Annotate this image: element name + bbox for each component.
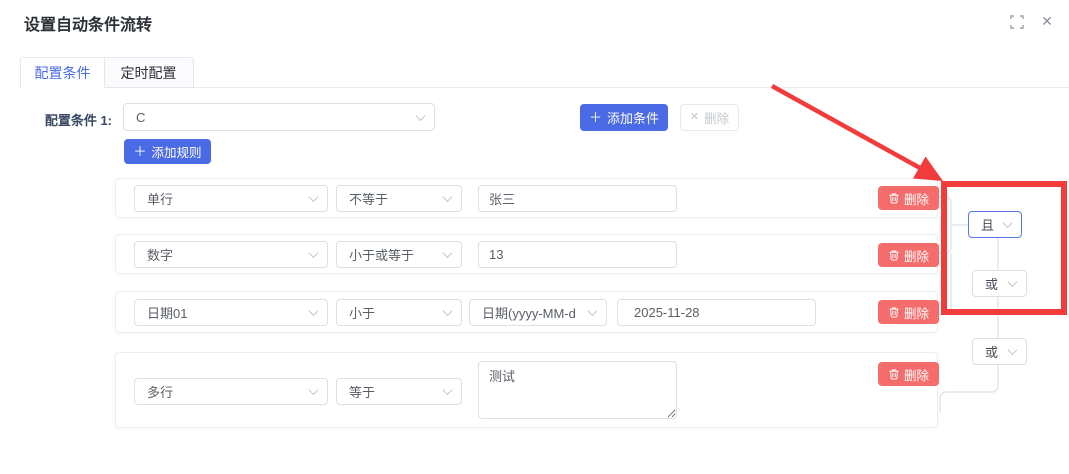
rule-field-select[interactable]: 多行 [134,378,328,405]
date-format-select[interactable]: 日期(yyyy-MM-d [469,299,607,326]
connector-or-select-1[interactable]: 或 [972,270,1027,297]
close-icon[interactable]: ✕ [1038,12,1056,30]
chevron-down-icon [416,111,426,121]
add-rule-button[interactable]: ＋ 添加规则 [124,139,211,164]
condition-select[interactable]: C [123,103,435,131]
chevron-down-icon [309,192,319,202]
chevron-down-icon [443,192,453,202]
delete-condition-label: 删除 [704,108,729,127]
plus-icon: ＋ [589,111,602,124]
rule-field-value: 日期01 [147,303,187,322]
rule-operator-select[interactable]: 小于或等于 [336,241,462,268]
rule-delete-button[interactable]: 删除 [878,362,939,386]
add-rule-label: 添加规则 [152,142,202,161]
rule-value-textarea[interactable]: 测试 [478,361,677,419]
chevron-down-icon [588,306,598,316]
rule-delete-label: 删除 [904,303,929,322]
chevron-down-icon [309,385,319,395]
rule-delete-label: 删除 [904,189,929,208]
date-value-input[interactable] [634,305,810,320]
tab-label: 配置条件 [35,63,91,83]
rule-row: 数字 小于或等于 删除 [115,234,938,274]
add-condition-button[interactable]: ＋ 添加条件 [580,104,668,131]
rule-row: 单行 不等于 删除 [115,178,938,218]
chevron-down-icon [443,306,453,316]
rule-field-value: 多行 [147,382,173,401]
tab-configure-condition[interactable]: 配置条件 [20,57,105,88]
rule-field-value: 单行 [147,189,173,208]
rule-delete-button[interactable]: 删除 [878,186,939,210]
chevron-down-icon [309,306,319,316]
chevron-down-icon [1008,345,1018,355]
rule-field-value: 数字 [147,245,173,264]
add-condition-label: 添加条件 [607,108,659,127]
condition-label: 配置条件 1: [16,110,112,129]
chevron-down-icon [443,385,453,395]
rule-row: 多行 等于 测试 删除 [115,352,938,428]
rule-field-select[interactable]: 单行 [134,185,328,212]
connector-and-select[interactable]: 且 [968,211,1022,238]
auto-condition-flow-dialog: 设置自动条件流转 ✕ 配置条件 定时配置 配置条件 1: C ＋ 添加条件 ✕ … [0,0,1069,474]
tab-timed-configuration[interactable]: 定时配置 [104,57,194,88]
rule-field-select[interactable]: 数字 [134,241,328,268]
date-picker[interactable] [617,299,816,326]
connector-or-select-2[interactable]: 或 [972,338,1027,365]
plus-icon: ＋ [133,145,146,158]
chevron-down-icon [309,248,319,258]
rule-value-input[interactable] [478,241,677,268]
trash-icon [888,192,900,204]
trash-icon [888,249,900,261]
fullscreen-icon[interactable] [1008,13,1026,31]
rule-delete-button[interactable]: 删除 [878,243,939,267]
condition-select-value: C [136,110,145,125]
rule-operator-select[interactable]: 小于 [336,299,462,326]
rule-delete-button[interactable]: 删除 [878,300,939,324]
x-icon: ✕ [690,112,699,123]
chevron-down-icon [443,248,453,258]
rule-operator-value: 不等于 [349,189,388,208]
trash-icon [888,368,900,380]
tab-label: 定时配置 [121,63,177,83]
rule-delete-label: 删除 [904,246,929,265]
rule-operator-value: 小于 [349,303,375,322]
chevron-down-icon [1008,277,1018,287]
rule-operator-value: 小于或等于 [349,245,414,264]
rule-operator-select[interactable]: 等于 [336,378,462,405]
rule-operator-value: 等于 [349,382,375,401]
dialog-title: 设置自动条件流转 [24,11,152,35]
connector-value: 且 [981,215,994,234]
rule-delete-label: 删除 [904,365,929,384]
rule-field-select[interactable]: 日期01 [134,299,328,326]
trash-icon [888,306,900,318]
chevron-down-icon [1003,218,1013,228]
rule-value-input[interactable] [478,185,677,212]
rule-operator-select[interactable]: 不等于 [336,185,462,212]
connector-value: 或 [985,274,998,293]
date-format-value: 日期(yyyy-MM-d [482,303,576,322]
delete-condition-button-disabled[interactable]: ✕ 删除 [680,104,739,131]
rule-row: 日期01 小于 日期(yyyy-MM-d 删除 [115,291,938,333]
connector-value: 或 [985,342,998,361]
